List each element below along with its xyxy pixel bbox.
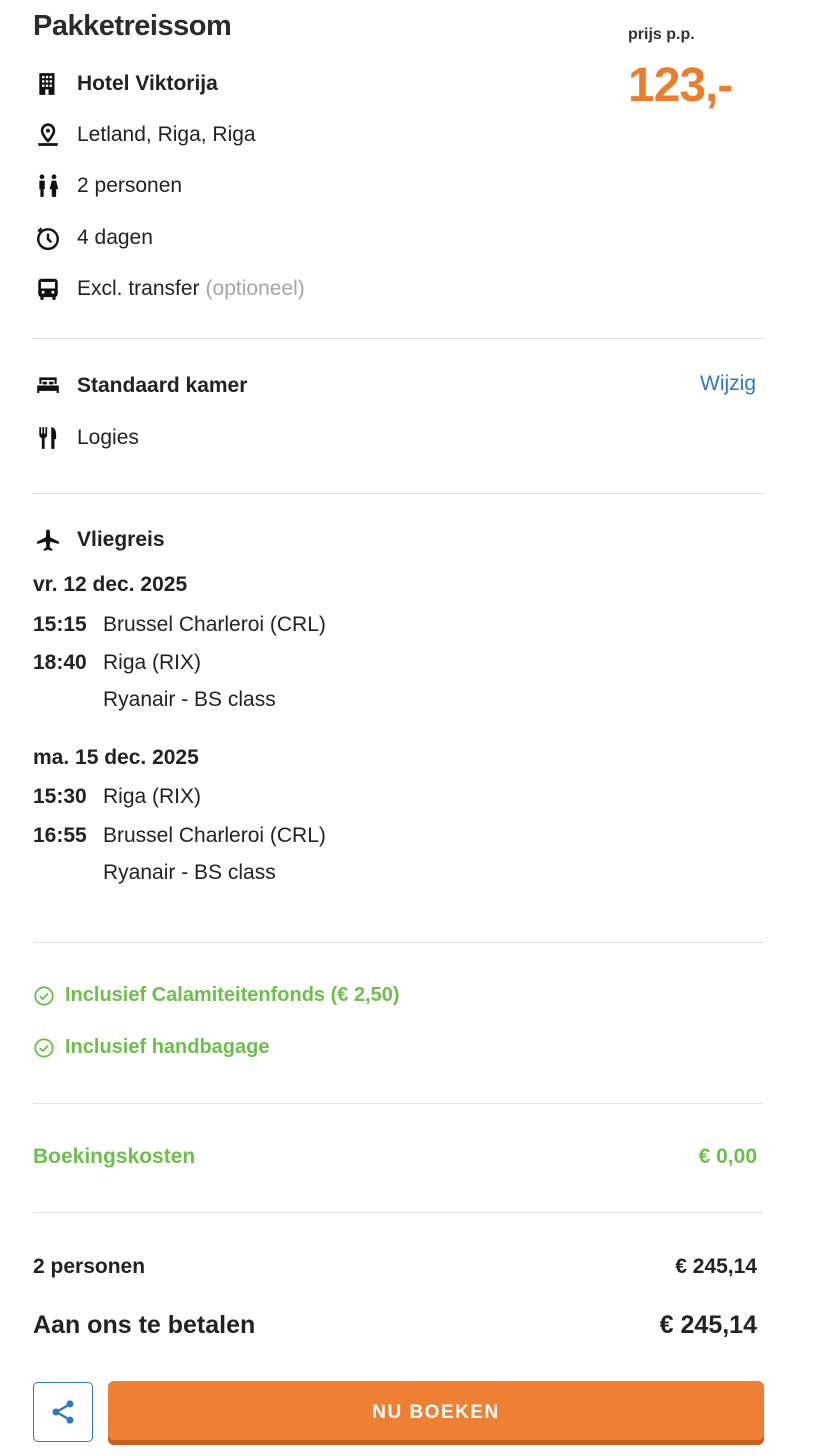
transfer-text: Excl. transfer — [77, 277, 200, 300]
airplane-icon — [33, 525, 63, 555]
booking-costs-label: Boekingskosten — [33, 1145, 196, 1168]
outbound-arrival: 18:40 Riga (RIX) — [33, 649, 201, 677]
persons-row: 2 personen — [33, 171, 182, 201]
return-carrier: Ryanair - BS class — [103, 861, 276, 884]
persons-price-value: € 245,14 — [675, 1255, 757, 1278]
outbound-carrier: Ryanair - BS class — [103, 688, 276, 711]
persons-price-label: 2 personen — [33, 1255, 146, 1278]
departure-time: 15:30 — [33, 785, 87, 808]
room-row: Standaard kamer — [33, 371, 247, 401]
building-icon — [33, 69, 63, 99]
flight-title: Vliegreis — [77, 528, 165, 551]
check-circle-icon — [34, 1037, 54, 1058]
price-per-person: 123,- — [628, 59, 733, 112]
divider — [33, 1212, 764, 1213]
bus-icon — [33, 274, 63, 304]
divider — [33, 338, 764, 339]
location-row: Letland, Riga, Riga — [33, 120, 256, 150]
transfer-row: Excl. transfer (optioneel) — [33, 274, 305, 304]
clock-icon — [33, 223, 63, 253]
arrival-time: 16:55 — [33, 824, 87, 847]
check-circle-icon — [34, 985, 54, 1006]
arrival-time: 18:40 — [33, 651, 87, 674]
inclusion-text: Inclusief handbagage — [65, 1036, 270, 1058]
map-pin-icon — [33, 120, 63, 150]
hotel-name: Hotel Viktorija — [77, 72, 218, 95]
book-now-button[interactable]: NU BOEKEN — [108, 1381, 764, 1445]
board-text: Logies — [77, 426, 139, 449]
duration-text: 4 dagen — [77, 226, 153, 249]
persons-icon — [33, 171, 63, 201]
flight-header-row: Vliegreis — [33, 525, 165, 555]
page-title: Pakketreissom — [33, 10, 232, 42]
transfer-note: (optioneel) — [205, 277, 305, 300]
outbound-date: vr. 12 dec. 2025 — [33, 573, 188, 596]
location-text: Letland, Riga, Riga — [77, 123, 256, 146]
total-label: Aan ons te betalen — [33, 1311, 256, 1339]
departure-airport: Riga (RIX) — [103, 785, 202, 808]
cutlery-icon — [33, 423, 63, 453]
arrival-airport: Brussel Charleroi (CRL) — [103, 824, 326, 847]
booking-costs-value: € 0,00 — [698, 1145, 757, 1168]
share-button[interactable] — [33, 1382, 93, 1442]
arrival-airport: Riga (RIX) — [103, 651, 202, 674]
divider — [33, 493, 764, 494]
departure-time: 15:15 — [33, 613, 87, 636]
persons-text: 2 personen — [77, 174, 183, 197]
return-arrival: 16:55 Brussel Charleroi (CRL) — [33, 822, 326, 850]
room-type: Standaard kamer — [77, 374, 248, 397]
share-icon — [52, 1400, 74, 1424]
price-label: prijs p.p. — [628, 26, 695, 43]
departure-airport: Brussel Charleroi (CRL) — [103, 613, 326, 636]
return-departure: 15:30 Riga (RIX) — [33, 783, 201, 811]
outbound-departure: 15:15 Brussel Charleroi (CRL) — [33, 611, 326, 639]
return-date: ma. 15 dec. 2025 — [33, 746, 199, 769]
inclusion-item: Inclusief Calamiteitenfonds (€ 2,50) — [33, 984, 400, 1007]
inclusion-item: Inclusief handbagage — [33, 1036, 269, 1059]
divider — [33, 1103, 764, 1104]
inclusion-text: Inclusief Calamiteitenfonds (€ 2,50) — [65, 984, 400, 1006]
hotel-row: Hotel Viktorija — [33, 69, 218, 99]
duration-row: 4 dagen — [33, 223, 153, 253]
change-room-link[interactable]: Wijzig — [700, 372, 756, 396]
bed-icon — [33, 371, 63, 401]
board-row: Logies — [33, 423, 139, 453]
divider — [33, 942, 764, 943]
total-value: € 245,14 — [659, 1311, 757, 1339]
